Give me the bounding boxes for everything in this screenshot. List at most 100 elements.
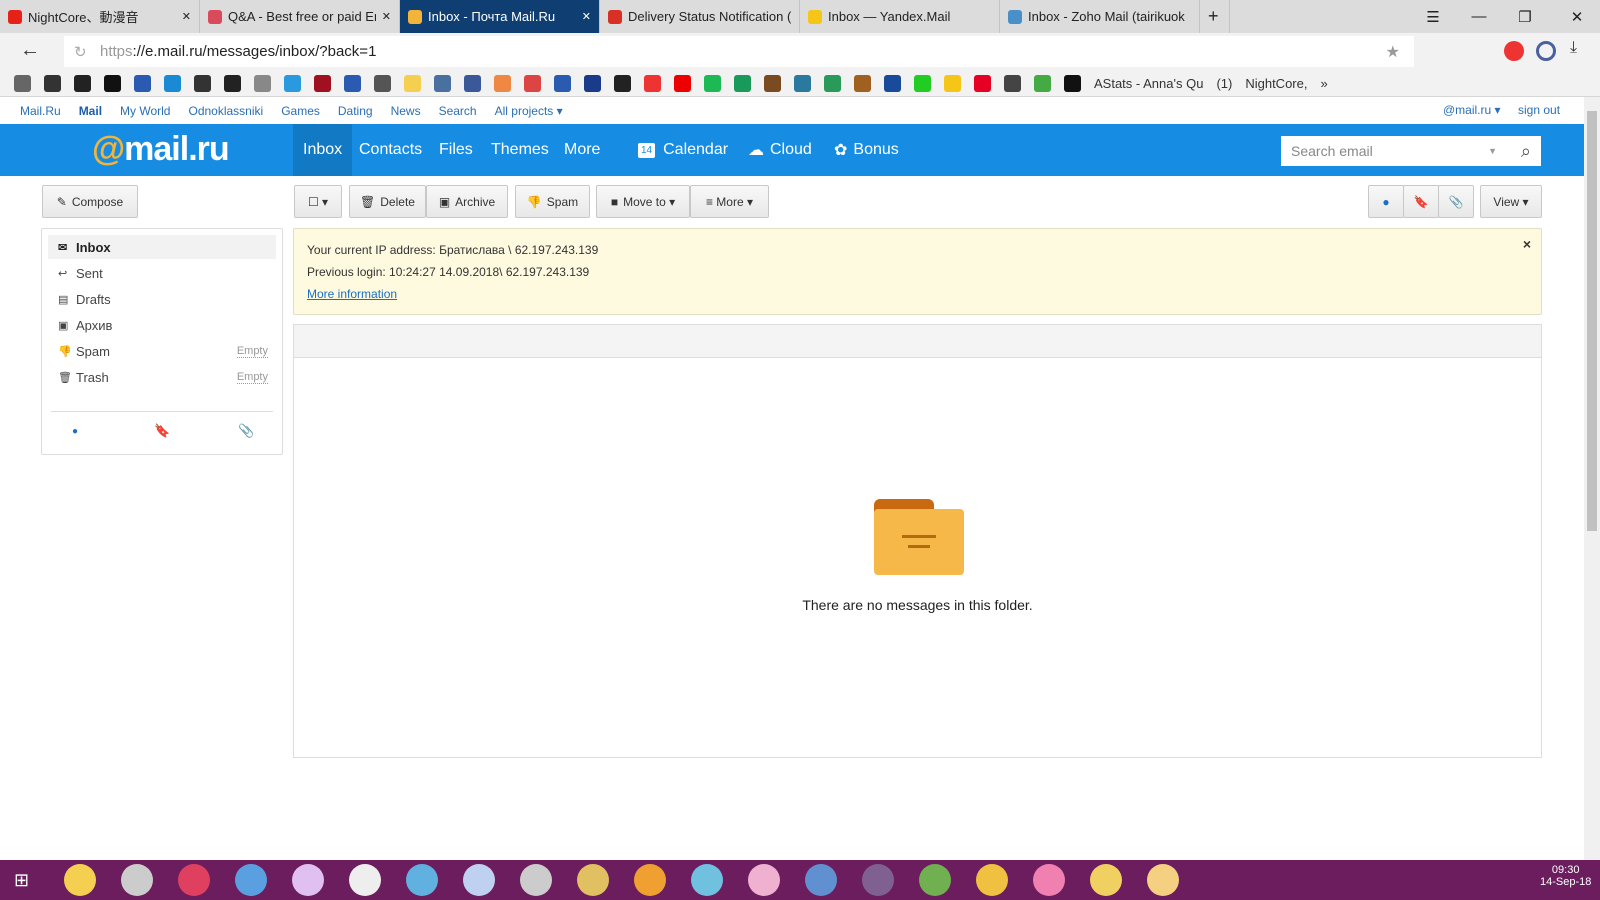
taskbar-app-icon[interactable] [691, 864, 723, 896]
portal-link[interactable]: Odnoklassniki [188, 104, 263, 118]
extension-icon[interactable] [1504, 41, 1524, 61]
unread-filter-icon[interactable]: ● [72, 426, 78, 437]
delete-button[interactable]: 🗑 Delete [349, 185, 426, 218]
bookmark-icon[interactable] [554, 74, 571, 92]
portal-link[interactable]: Mail [79, 104, 102, 118]
taskbar-app-icon[interactable] [121, 864, 153, 896]
download-icon[interactable]: ⤓ [1570, 39, 1577, 57]
bookmark-star-icon[interactable]: ★ [1386, 42, 1400, 62]
taskbar-app-icon[interactable] [1090, 864, 1122, 896]
tab-close-icon[interactable]: ✕ [182, 10, 191, 23]
portal-link[interactable]: Mail.Ru [20, 104, 61, 118]
bookmark-icon[interactable] [614, 74, 631, 92]
filter-attachments-button[interactable]: 📎 [1438, 185, 1474, 218]
taskbar-app-icon[interactable] [406, 864, 438, 896]
bookmark-icon[interactable] [854, 74, 871, 92]
bookmark-icon[interactable] [14, 74, 31, 92]
taskbar-app-icon[interactable] [862, 864, 894, 896]
taskbar-app-icon[interactable] [178, 864, 210, 896]
folder-drafts[interactable]: ▤ Drafts [48, 287, 276, 311]
nav-calendar[interactable]: 14 Calendar [628, 124, 738, 176]
taskbar-app-icon[interactable] [1147, 864, 1179, 896]
move-to-button[interactable]: ■ Move to ▾ [596, 185, 690, 218]
bookmark-icon[interactable] [134, 74, 151, 92]
bookmark-icon[interactable] [254, 74, 271, 92]
bookmark-icon[interactable] [1064, 74, 1081, 92]
spam-button[interactable]: 👎 Spam [515, 185, 590, 218]
more-button[interactable]: ≡ More ▾ [690, 185, 769, 218]
folder-inbox[interactable]: ✉ Inbox [48, 235, 276, 259]
taskbar-app-icon[interactable] [919, 864, 951, 896]
bookmark-icon[interactable] [224, 74, 241, 92]
bookmark-icon[interactable] [974, 74, 991, 92]
bookmark-icon[interactable] [1004, 74, 1021, 92]
search-input[interactable]: Search email ▼ ⌕ [1281, 136, 1541, 166]
nav-cloud[interactable]: ☁ Cloud [738, 124, 822, 176]
bookmark-icon[interactable] [44, 74, 61, 92]
browser-tab[interactable]: Inbox - Почта Mail.Ru ✕ [400, 0, 600, 33]
taskbar-app-icon[interactable] [235, 864, 267, 896]
bookmark-icon[interactable] [674, 74, 691, 92]
reload-icon[interactable]: ↻ [74, 43, 87, 61]
bookmark-icon[interactable] [524, 74, 541, 92]
bookmark-icon[interactable] [74, 74, 91, 92]
new-tab-button[interactable]: + [1200, 0, 1230, 33]
empty-folder-link[interactable]: Empty [236, 345, 268, 358]
scrollbar-thumb[interactable] [1587, 111, 1597, 531]
portal-link[interactable]: News [391, 104, 421, 118]
browser-tab[interactable]: Inbox — Yandex.Mail [800, 0, 1000, 33]
archive-button[interactable]: ▣ Archive [426, 185, 508, 218]
taskbar-app-icon[interactable] [520, 864, 552, 896]
flag-filter-icon[interactable]: 🔖 [154, 423, 170, 439]
search-icon[interactable]: ⌕ [1521, 141, 1531, 162]
taskbar-app-icon[interactable] [748, 864, 780, 896]
nav-files[interactable]: Files [429, 124, 483, 176]
browser-tab[interactable]: NightCore、動漫音 ✕ [0, 0, 200, 33]
taskbar-app-icon[interactable] [1033, 864, 1065, 896]
bookmark-icon[interactable] [884, 74, 901, 92]
restore-button[interactable]: ❐ [1502, 0, 1548, 33]
taskbar-app-icon[interactable] [64, 864, 96, 896]
menu-icon[interactable]: ☰ [1410, 0, 1456, 33]
browser-tab[interactable]: Q&A - Best free or paid Ema ✕ [200, 0, 400, 33]
bookmark-icon[interactable] [734, 74, 751, 92]
portal-link[interactable]: All projects ▾ [495, 104, 563, 118]
tab-close-icon[interactable]: ✕ [382, 10, 391, 23]
folder-trash[interactable]: 🗑 Trash Empty [48, 365, 276, 389]
bookmark-icon[interactable] [464, 74, 481, 92]
filter-unread-button[interactable]: ● [1368, 185, 1404, 218]
taskbar-app-icon[interactable] [577, 864, 609, 896]
portal-link[interactable]: Games [281, 104, 320, 118]
back-icon[interactable]: ← [20, 39, 40, 62]
bookmark-icon[interactable] [584, 74, 601, 92]
taskbar-app-icon[interactable] [634, 864, 666, 896]
folder-spam[interactable]: 👎 Spam Empty [48, 339, 276, 363]
view-button[interactable]: View ▾ [1480, 185, 1542, 218]
portal-link[interactable]: Search [439, 104, 477, 118]
close-icon[interactable]: × [1523, 233, 1531, 255]
bookmark-icon[interactable] [314, 74, 331, 92]
folder-sent[interactable]: ↩ Sent [48, 261, 276, 285]
filter-flagged-button[interactable]: 🔖 [1403, 185, 1439, 218]
bookmark-icon[interactable] [284, 74, 301, 92]
bookmark-icon[interactable] [704, 74, 721, 92]
portal-link[interactable]: Dating [338, 104, 373, 118]
bookmark-link[interactable]: NightCore, [1245, 76, 1307, 91]
nav-more[interactable]: More [554, 124, 610, 176]
windows-start-icon[interactable]: ⊞ [14, 870, 29, 891]
taskbar-app-icon[interactable] [463, 864, 495, 896]
mailru-logo[interactable]: @mail.ru [92, 130, 230, 169]
tab-close-icon[interactable]: ✕ [582, 10, 591, 23]
bookmarks-overflow-icon[interactable]: » [1320, 76, 1327, 91]
compose-button[interactable]: ✎ Compose [42, 185, 138, 218]
attachment-filter-icon[interactable]: 📎 [238, 423, 254, 439]
block-extension-icon[interactable] [1536, 41, 1556, 61]
search-options-icon[interactable]: ▼ [1488, 146, 1497, 156]
bookmark-icon[interactable] [374, 74, 391, 92]
taskbar-app-icon[interactable] [349, 864, 381, 896]
bookmark-icon[interactable] [1034, 74, 1051, 92]
empty-folder-link[interactable]: Empty [236, 371, 268, 384]
bookmark-icon[interactable] [914, 74, 931, 92]
nav-themes[interactable]: Themes [481, 124, 559, 176]
bookmark-link[interactable]: (1) [1216, 76, 1232, 91]
